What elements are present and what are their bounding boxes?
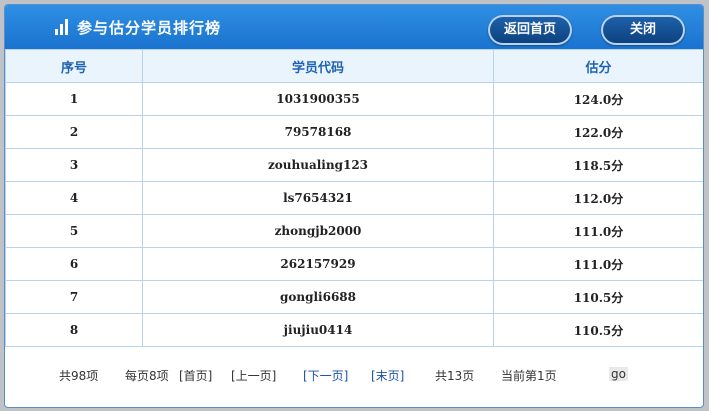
score-cell: 111.0分 <box>493 247 703 281</box>
score-cell: 111.0分 <box>493 214 703 248</box>
rank-cell: 6 <box>5 247 143 281</box>
prev-page-link[interactable]: [上一页] <box>231 367 276 384</box>
score-cell: 122.0分 <box>493 115 703 149</box>
close-button[interactable]: 关闭 <box>601 15 685 45</box>
column-header-rank: 序号 <box>5 49 143 83</box>
table-row: 3 zouhualing123 118.5分 <box>5 148 703 182</box>
student-code-cell: 1031900355 <box>142 82 494 116</box>
student-code-cell: 262157929 <box>142 247 494 281</box>
table-row: 4 ls7654321 112.0分 <box>5 181 703 215</box>
column-header-score: 估分 <box>493 49 703 83</box>
student-code-cell: jiujiu0414 <box>142 313 494 347</box>
per-page-text: 每页8项 <box>125 369 169 383</box>
dialog-title: 参与估分学员排行榜 <box>77 19 222 37</box>
ranking-table: 序号 学员代码 估分 1 1031900355 124.0分 2 7957816… <box>5 49 703 347</box>
next-page-link[interactable]: [下一页] <box>303 367 348 384</box>
score-cell: 124.0分 <box>493 82 703 116</box>
rank-cell: 1 <box>5 82 143 116</box>
student-code-cell: 79578168 <box>142 115 494 149</box>
current-page-text: 当前第1页 <box>501 369 557 383</box>
rank-cell: 5 <box>5 214 143 248</box>
total-items-text: 共98项 <box>59 369 99 383</box>
student-code-cell: zouhualing123 <box>142 148 494 182</box>
bar-chart-icon <box>55 19 69 35</box>
student-code-cell: ls7654321 <box>142 181 494 215</box>
pagination-bar: 共98项 每页8项 [首页] [上一页] [下一页] [末页] 共13页 当前第… <box>5 367 703 385</box>
ranking-dialog: 参与估分学员排行榜 返回首页 关闭 序号 学员代码 估分 1 103190035… <box>4 4 704 408</box>
student-code-cell: zhongjb2000 <box>142 214 494 248</box>
last-page-link[interactable]: [末页] <box>371 367 404 384</box>
back-home-button[interactable]: 返回首页 <box>488 15 572 45</box>
table-row: 6 262157929 111.0分 <box>5 247 703 281</box>
rank-cell: 4 <box>5 181 143 215</box>
rank-cell: 7 <box>5 280 143 314</box>
go-button[interactable]: go <box>609 367 628 381</box>
rank-cell: 2 <box>5 115 143 149</box>
rank-cell: 8 <box>5 313 143 347</box>
table-row: 1 1031900355 124.0分 <box>5 82 703 116</box>
score-cell: 118.5分 <box>493 148 703 182</box>
dialog-titlebar: 参与估分学员排行榜 返回首页 关闭 <box>5 5 703 49</box>
score-cell: 110.5分 <box>493 280 703 314</box>
table-row: 2 79578168 122.0分 <box>5 115 703 149</box>
score-cell: 112.0分 <box>493 181 703 215</box>
total-pages-text: 共13页 <box>435 369 475 383</box>
column-header-student-code: 学员代码 <box>142 49 494 83</box>
first-page-link[interactable]: [首页] <box>179 367 212 384</box>
table-header-row: 序号 学员代码 估分 <box>5 49 703 83</box>
table-row: 8 jiujiu0414 110.5分 <box>5 313 703 347</box>
score-cell: 110.5分 <box>493 313 703 347</box>
student-code-cell: gongli6688 <box>142 280 494 314</box>
table-row: 7 gongli6688 110.5分 <box>5 280 703 314</box>
rank-cell: 3 <box>5 148 143 182</box>
table-row: 5 zhongjb2000 111.0分 <box>5 214 703 248</box>
